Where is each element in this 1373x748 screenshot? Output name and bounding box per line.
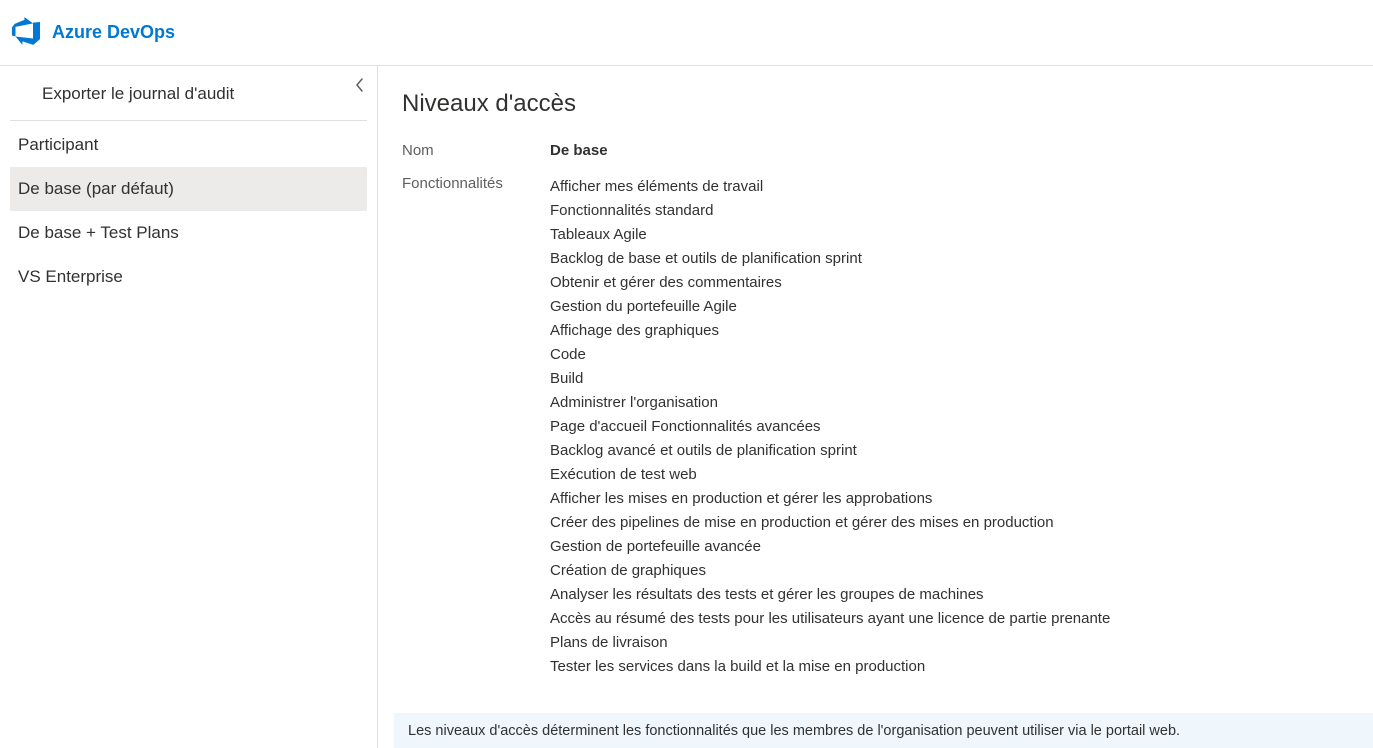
sidebar-item-label: De base (par défaut) bbox=[18, 179, 174, 198]
feature-item: Afficher mes éléments de travail bbox=[550, 175, 1110, 199]
feature-item: Obtenir et gérer des commentaires bbox=[550, 271, 1110, 295]
feature-item: Fonctionnalités standard bbox=[550, 199, 1110, 223]
feature-item: Code bbox=[550, 343, 1110, 367]
feature-item: Build bbox=[550, 367, 1110, 391]
feature-item: Gestion de portefeuille avancée bbox=[550, 535, 1110, 559]
main-content: Niveaux d'accès Nom De base Fonctionnali… bbox=[378, 66, 1373, 748]
sidebar-item-0[interactable]: Participant bbox=[10, 123, 367, 167]
header: Azure DevOps bbox=[0, 0, 1373, 66]
sidebar-item-3[interactable]: VS Enterprise bbox=[10, 255, 367, 299]
feature-item: Analyser les résultats des tests et gére… bbox=[550, 583, 1110, 607]
sidebar: Exporter le journal d'audit Participant D… bbox=[0, 66, 378, 748]
feature-item: Création de graphiques bbox=[550, 559, 1110, 583]
feature-item: Accès au résumé des tests pour les utili… bbox=[550, 607, 1110, 631]
feature-item: Gestion du portefeuille Agile bbox=[550, 295, 1110, 319]
feature-item: Tableaux Agile bbox=[550, 223, 1110, 247]
name-value: De base bbox=[550, 142, 608, 159]
name-row: Nom De base bbox=[402, 142, 1373, 159]
sidebar-item-label: De base + Test Plans bbox=[18, 223, 179, 242]
feature-item: Plans de livraison bbox=[550, 631, 1110, 655]
header-title: Azure DevOps bbox=[52, 22, 175, 43]
sidebar-nav: Participant De base (par défaut) De base +… bbox=[0, 121, 377, 299]
feature-item: Exécution de test web bbox=[550, 463, 1110, 487]
collapse-sidebar-button[interactable] bbox=[355, 78, 365, 95]
feature-item: Backlog de base et outils de planificati… bbox=[550, 247, 1110, 271]
features-row: Fonctionnalités Afficher mes éléments de… bbox=[402, 175, 1373, 679]
sidebar-item-label: VS Enterprise bbox=[18, 267, 123, 286]
sidebar-item-label: Participant bbox=[18, 135, 98, 154]
features-label: Fonctionnalités bbox=[402, 175, 550, 679]
azure-devops-icon bbox=[12, 17, 40, 48]
header-logo[interactable]: Azure DevOps bbox=[12, 17, 175, 48]
layout: Exporter le journal d'audit Participant D… bbox=[0, 66, 1373, 748]
info-banner: Les niveaux d'accès déterminent les fonc… bbox=[394, 713, 1373, 748]
sidebar-item-2[interactable]: De base + Test Plans bbox=[10, 211, 367, 255]
feature-item: Backlog avancé et outils de planificatio… bbox=[550, 439, 1110, 463]
feature-item: Page d'accueil Fonctionnalités avancées bbox=[550, 415, 1110, 439]
chevron-left-icon bbox=[355, 79, 365, 95]
feature-item: Tester les services dans la build et la … bbox=[550, 655, 1110, 679]
export-audit-log-label: Exporter le journal d'audit bbox=[42, 84, 234, 103]
feature-item: Administrer l'organisation bbox=[550, 391, 1110, 415]
page-title: Niveaux d'accès bbox=[402, 90, 1373, 118]
feature-item: Afficher les mises en production et gére… bbox=[550, 487, 1110, 511]
feature-list: Afficher mes éléments de travailFonction… bbox=[550, 175, 1110, 679]
sidebar-item-1[interactable]: De base (par défaut) bbox=[10, 167, 367, 211]
feature-item: Affichage des graphiques bbox=[550, 319, 1110, 343]
feature-item: Créer des pipelines de mise en productio… bbox=[550, 511, 1110, 535]
sidebar-export-section[interactable]: Exporter le journal d'audit bbox=[10, 66, 367, 121]
name-label: Nom bbox=[402, 142, 550, 159]
